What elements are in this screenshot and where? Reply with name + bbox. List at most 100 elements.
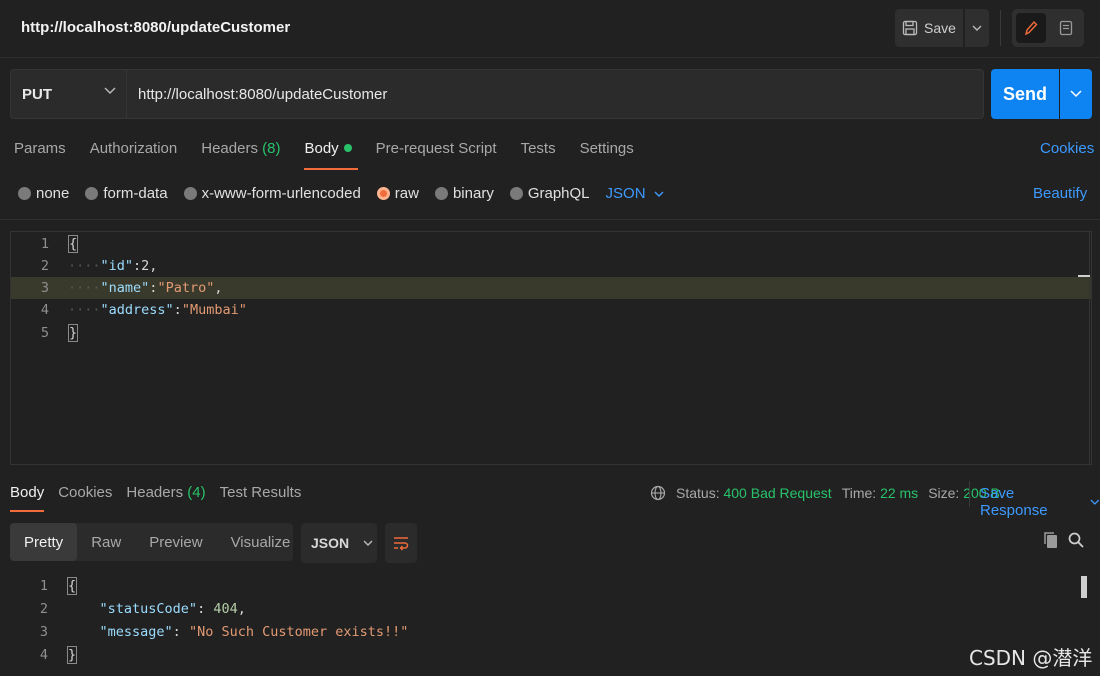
time-info[interactable]: Time: 22 ms — [842, 485, 919, 501]
code-line: 1 { — [10, 575, 1070, 598]
view-raw[interactable]: Raw — [77, 523, 135, 561]
radio-urlencoded[interactable]: x-www-form-urlencoded — [183, 185, 361, 202]
response-body-viewer[interactable]: 1 { 2 "statusCode": 404, 3 "message": "N… — [10, 575, 1092, 676]
radio-circle — [509, 187, 523, 200]
cookies-link[interactable]: Cookies — [1040, 140, 1094, 157]
save-icon — [902, 20, 918, 36]
radio-form-data[interactable]: form-data — [85, 185, 168, 202]
radio-graphql[interactable]: GraphQL — [509, 185, 590, 202]
view-preview-label: Preview — [149, 533, 203, 551]
save-button[interactable]: Save — [895, 9, 963, 47]
tab-test-results[interactable]: Test Results — [220, 484, 302, 512]
size-label: Size: — [928, 485, 960, 501]
radio-form-data-label: form-data — [103, 185, 168, 202]
time-label: Time: — [841, 485, 877, 501]
code-line: 3 "message": "No Such Customer exists!!" — [10, 621, 1070, 644]
tab-response-body-label: Body — [10, 484, 45, 501]
tab-body[interactable]: Body — [304, 140, 358, 170]
status-info[interactable]: Status: 400 Bad Request — [676, 485, 832, 501]
radio-graphql-label: GraphQL — [527, 185, 590, 202]
json-comma: , — [237, 601, 246, 617]
view-preview[interactable]: Preview — [135, 523, 216, 561]
document-icon — [1059, 20, 1073, 36]
code-text: ····"name":"Patro", — [68, 280, 223, 296]
request-title[interactable]: http://localhost:8080/updateCustomer — [21, 19, 290, 36]
body-type-radios: none form-data x-www-form-urlencoded raw… — [18, 185, 664, 202]
tab-headers-label: Headers — [201, 140, 258, 157]
line-number: 3 — [39, 624, 48, 640]
code-text: ····"id":2, — [68, 258, 158, 274]
json-key: "statusCode" — [99, 601, 198, 617]
json-value: "Patro" — [157, 280, 215, 296]
tab-tests[interactable]: Tests — [521, 140, 556, 170]
open-brace: { — [67, 577, 78, 595]
beautify-link[interactable]: Beautify — [1033, 185, 1087, 202]
radio-none[interactable]: none — [18, 185, 69, 202]
radio-circle-selected — [376, 187, 390, 200]
request-body-editor[interactable]: 1 { 2 ····"id":2, 3 ····"name":"Patro", … — [10, 231, 1092, 465]
tab-response-body[interactable]: Body — [10, 484, 45, 512]
response-scrollbar[interactable] — [1081, 576, 1087, 598]
json-colon: : — [173, 302, 182, 318]
view-visualize[interactable]: Visualize — [217, 523, 305, 561]
save-dropdown-button[interactable] — [965, 9, 989, 47]
radio-circle — [85, 187, 99, 200]
code-text: { — [68, 233, 79, 255]
save-response-label: Save Response — [980, 485, 1048, 519]
status-label: Status: — [676, 485, 720, 501]
divider — [1000, 10, 1001, 46]
json-value: "Mumbai" — [181, 302, 247, 318]
documentation-button[interactable] — [1052, 13, 1080, 43]
edit-mode-button[interactable] — [1016, 13, 1046, 43]
language-label: JSON — [605, 185, 646, 202]
divider — [969, 481, 970, 507]
code-text: "statusCode": 404, — [67, 598, 246, 621]
tab-headers[interactable]: Headers (8) — [201, 140, 280, 170]
radio-binary[interactable]: binary — [434, 185, 494, 202]
open-brace: { — [68, 235, 79, 253]
tab-response-headers[interactable]: Headers (4) — [126, 484, 205, 512]
response-format-label: JSON — [311, 535, 350, 551]
code-line-current: 3 ····"name":"Patro", — [11, 277, 1091, 299]
tab-authorization[interactable]: Authorization — [90, 140, 178, 170]
mode-toggle — [1012, 9, 1084, 47]
status-value: 400 Bad Request — [723, 485, 832, 501]
url-input[interactable]: http://localhost:8080/updateCustomer — [126, 69, 984, 119]
line-number: 5 — [40, 325, 49, 341]
radio-raw[interactable]: raw — [376, 185, 419, 202]
send-dropdown-button[interactable] — [1060, 69, 1092, 119]
search-icon[interactable] — [1068, 532, 1084, 548]
save-response-button[interactable]: Save Response — [980, 485, 1100, 519]
tab-response-cookies[interactable]: Cookies — [58, 484, 112, 512]
view-pretty[interactable]: Pretty — [10, 523, 78, 561]
divider — [0, 219, 1100, 220]
tab-body-label: Body — [304, 140, 339, 157]
language-select[interactable]: JSON — [606, 185, 664, 202]
radio-urlencoded-label: x-www-form-urlencoded — [201, 185, 361, 202]
chevron-down-icon — [1070, 90, 1082, 98]
tab-pre-request-script[interactable]: Pre-request Script — [376, 140, 497, 170]
tab-settings[interactable]: Settings — [580, 140, 634, 170]
response-format-select[interactable]: JSON — [301, 523, 377, 563]
tab-response-headers-label: Headers — [126, 484, 184, 501]
tab-pre-request-label: Pre-request Script — [375, 140, 497, 157]
tab-settings-label: Settings — [579, 140, 634, 157]
tab-params[interactable]: Params — [14, 140, 66, 170]
tab-params-label: Params — [14, 140, 66, 157]
send-label: Send — [1002, 83, 1047, 104]
time-value: 22 ms — [880, 485, 919, 501]
radio-circle — [18, 187, 31, 200]
copy-icon[interactable] — [1043, 531, 1059, 549]
send-button[interactable]: Send — [991, 69, 1059, 119]
json-value: "No Such Customer exists!!" — [188, 624, 409, 640]
json-colon: : — [172, 624, 189, 640]
request-tabs: Params Authorization Headers (8) Body Pr… — [14, 140, 634, 170]
editor-scroll-marker[interactable] — [1078, 275, 1090, 277]
response-meta: Status: 400 Bad Request Time: 22 ms Size… — [650, 485, 1000, 501]
editor-scroll-track — [1089, 232, 1090, 464]
wrap-lines-button[interactable] — [385, 523, 417, 563]
method-select[interactable]: PUT — [10, 69, 127, 119]
code-line: 4 } — [10, 644, 1070, 667]
headers-count: (8) — [262, 140, 281, 157]
globe-icon[interactable] — [650, 485, 666, 501]
